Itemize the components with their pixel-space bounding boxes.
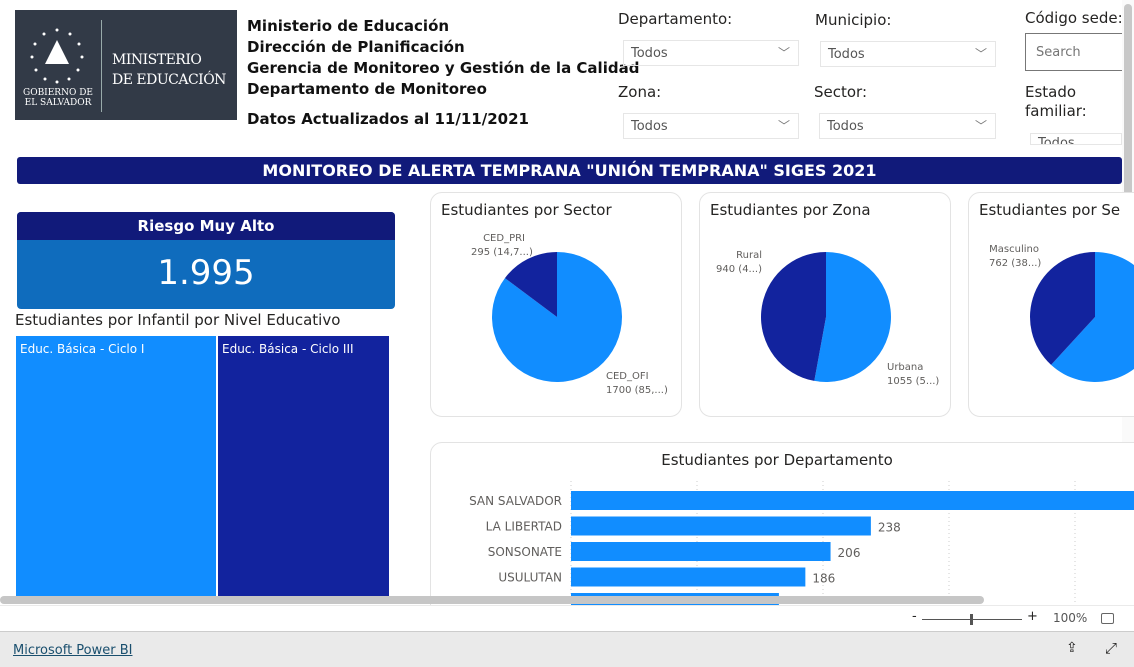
kpi-card: Riesgo Muy Alto 1.995 <box>17 212 395 309</box>
chevron-down-icon: ﹀ <box>777 119 790 133</box>
zoom-out-button[interactable]: - <box>912 609 917 624</box>
share-icon[interactable]: ⇪ <box>1066 640 1078 656</box>
bar[interactable] <box>571 567 806 587</box>
pie-chart-sexo <box>1030 252 1134 382</box>
treemap-tile[interactable]: Educ. Básica - Ciclo III <box>218 336 389 598</box>
data-label: 238 <box>878 521 901 535</box>
estado-familiar-dropdown[interactable]: Todos <box>1030 133 1122 145</box>
zona-label: Zona: <box>618 83 662 101</box>
chevron-down-icon: ﹀ <box>777 46 790 60</box>
dropdown-value: Todos <box>631 119 668 134</box>
treemap-tile[interactable]: Educ. Básica - Ciclo I <box>16 336 216 598</box>
header-text: Ministerio de Educación Dirección de Pla… <box>247 16 639 130</box>
footer: Microsoft Power BI ⇪ ⤢ <box>0 631 1134 667</box>
gov-line-2: EL SALVADOR <box>24 98 92 108</box>
logo-line-1: MINISTERIO <box>112 52 202 68</box>
data-label: 186 <box>812 572 835 586</box>
sector-label: Sector: <box>814 83 868 101</box>
fullscreen-icon[interactable]: ⤢ <box>1105 639 1117 657</box>
header-line: Departamento de Monitoreo <box>247 80 487 98</box>
zoom-level: 100% <box>1053 611 1088 625</box>
fit-to-page-icon[interactable] <box>1101 613 1114 624</box>
horizontal-scrollbar[interactable] <box>0 596 984 604</box>
bar[interactable] <box>571 491 1134 510</box>
dropdown-value: Todos <box>828 47 865 62</box>
kpi-title: Riesgo Muy Alto <box>17 212 395 240</box>
treemap-title: Estudiantes por Infantil por Nivel Educa… <box>15 311 341 329</box>
category-label: USULUTAN <box>498 571 562 585</box>
kpi-value: 1.995 <box>157 253 255 293</box>
municipio-label: Municipio: <box>815 11 892 29</box>
pie-card-zona: Estudiantes por Zona Rural 940 (4...) Urb… <box>699 192 951 417</box>
ministry-logo: GOBIERNO DE EL SALVADOR MINISTERIO DE ED… <box>15 10 237 120</box>
power-bi-link[interactable]: Microsoft Power BI <box>13 643 132 658</box>
zoom-slider-handle[interactable] <box>970 614 973 625</box>
codigo-sede-label: Código sede: <box>1025 9 1123 27</box>
slice-label: CED_PRI 295 (14,7...) <box>471 233 533 258</box>
codigo-sede-search-input[interactable] <box>1025 33 1125 71</box>
bar[interactable] <box>571 516 871 536</box>
slice-label: Rural 940 (4...) <box>716 250 762 275</box>
dashboard-banner: MONITOREO DE ALERTA TEMPRANA "UNIÓN TEMP… <box>17 157 1122 184</box>
pie-slice[interactable] <box>760 252 826 381</box>
data-label: 206 <box>838 546 861 560</box>
zoom-bar: - + 100% <box>0 605 1134 631</box>
coat-of-arms-icon <box>30 28 84 84</box>
header-line: Gerencia de Monitoreo y Gestión de la Ca… <box>247 59 640 77</box>
zoom-in-button[interactable]: + <box>1027 609 1038 624</box>
slice-label: CED_OFI 1700 (85,...) <box>606 371 668 396</box>
pie-card-sexo: Estudiantes por Se Masculino 762 (38...) <box>968 192 1134 417</box>
header-line: Dirección de Planificación <box>247 38 465 56</box>
municipio-dropdown[interactable]: Todos ﹀ <box>820 41 996 67</box>
pie-card-sector: Estudiantes por Sector CED_PRI 295 (14,7.… <box>430 192 682 417</box>
updated-date: Datos Actualizados al 11/11/2021 <box>247 110 529 128</box>
dropdown-value: Todos <box>827 119 864 134</box>
header-line: Ministerio de Educación <box>247 17 450 35</box>
chevron-down-icon: ﹀ <box>974 119 987 133</box>
bar[interactable] <box>571 542 831 561</box>
dropdown-value: Todos <box>631 46 668 61</box>
gov-line-1: GOBIERNO DE <box>23 88 93 98</box>
departamento-label: Departamento: <box>618 10 733 28</box>
chevron-down-icon: ﹀ <box>974 47 987 61</box>
estado-familiar-label: Estado familiar: <box>1025 83 1087 120</box>
category-label: LA LIBERTAD <box>486 520 562 534</box>
category-label: SONSONATE <box>488 545 562 559</box>
sector-dropdown[interactable]: Todos ﹀ <box>819 113 996 139</box>
logo-line-2: DE EDUCACIÓN <box>112 72 226 88</box>
slice-label: Urbana 1055 (5...) <box>887 362 940 387</box>
dropdown-value: Todos <box>1038 136 1075 145</box>
zona-dropdown[interactable]: Todos ﹀ <box>623 113 799 139</box>
slice-label: Masculino 762 (38...) <box>989 244 1042 269</box>
category-label: SAN SALVADOR <box>469 494 562 508</box>
departamento-dropdown[interactable]: Todos ﹀ <box>623 40 799 66</box>
